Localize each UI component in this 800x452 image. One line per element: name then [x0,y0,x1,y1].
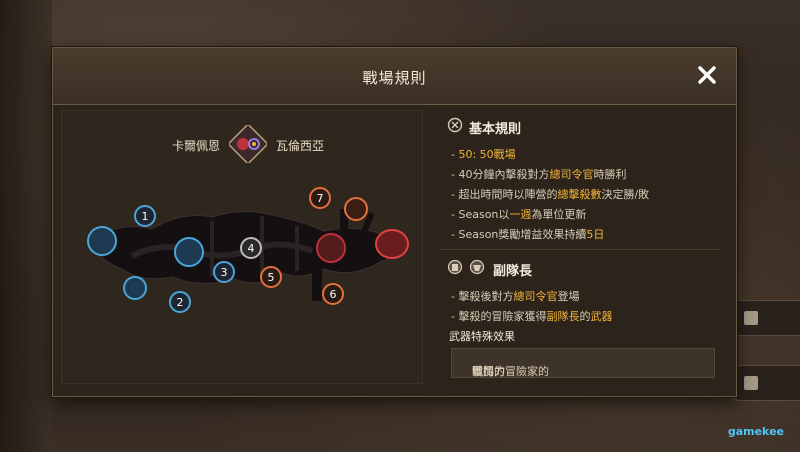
map-node: 6 [322,283,344,305]
rule-line: - 擊殺後對方總司令官登場 [451,290,580,303]
rule-line: - Season以一週為單位更新 [451,208,587,221]
background-side-button [733,365,800,401]
vice-captain-icon [447,259,487,279]
rule-line: - 40分鐘內擊殺對方總司令官時勝利 [451,168,627,181]
map-node: 4 [240,237,262,259]
blue-base-icon [87,226,117,256]
close-icon[interactable] [696,64,718,86]
red-base-icon [375,229,409,259]
dialog-content: 卡爾佩恩 瓦倫西亞 1 2 3 4 5 6 7 基本規則 - 50: 50戰場 … [61,110,728,386]
map-node: 7 [309,187,331,209]
map-node: 2 [169,291,191,313]
rules-panel: 基本規則 - 50: 50戰場 - 40分鐘內擊殺對方總司令官時勝利 - 超出時… [431,110,731,382]
weapon-effect-box: - 增加 獲得的冒險家的 戰鬥力 [451,348,715,378]
map-node: 5 [260,266,282,288]
background-side-button [733,300,800,336]
section-divider [441,249,721,250]
basic-rules-heading: 基本規則 [469,122,522,137]
basic-rules-icon [447,117,463,137]
map-node: 3 [213,261,235,283]
background-left [0,0,52,452]
battlefield-rules-dialog: 戰場規則 卡爾佩恩 瓦倫西亞 1 2 3 4 5 6 7 基本規則 - 50: … [52,47,737,397]
red-vice-captain-icon [316,233,346,263]
rule-line: - 超出時間時以陣營的總擊殺數決定勝/敗 [451,188,650,201]
blue-vice-captain-icon [174,237,204,267]
dialog-title: 戰場規則 [362,69,427,87]
blue-spawn-icon [123,276,147,300]
dialog-title-bar: 戰場規則 [53,48,736,105]
vice-captain-heading: 副隊長 [493,264,533,279]
watermark: gamekee [727,425,784,438]
red-spawn-icon [344,197,368,221]
map-node: 1 [134,205,156,227]
rule-line: - 擊殺的冒險家獲得副隊長的武器 [451,310,613,323]
weapon-effect-label: 武器特殊效果 [449,330,515,343]
battlefield-map: 卡爾佩恩 瓦倫西亞 1 2 3 4 5 6 7 [61,110,423,384]
rule-line: - Season獎勵增益效果持續5日 [451,228,605,241]
rule-line: - 50: 50戰場 [451,148,516,161]
